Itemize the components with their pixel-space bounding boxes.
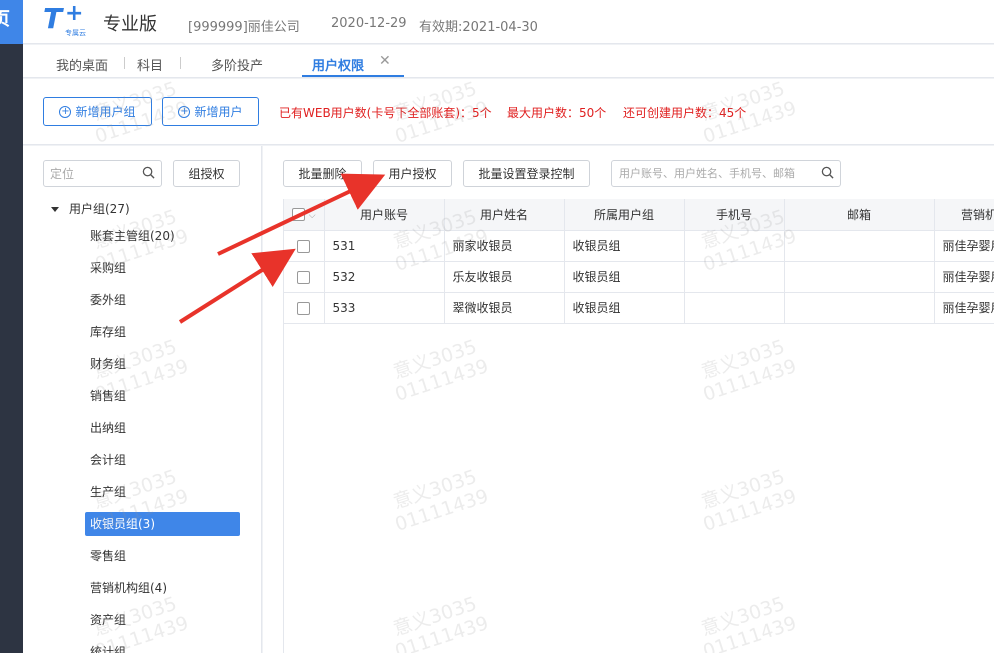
search-icon[interactable]: [821, 166, 834, 179]
tree-item[interactable]: 销售组: [85, 384, 240, 408]
cell-phone: [684, 261, 785, 293]
toolbar: + 新增用户组 + 新增用户 已有WEB用户数(卡号下全部账套)：5个 最大用户…: [23, 79, 994, 145]
tree-root-label: 用户组(27): [69, 202, 130, 216]
add-user-group-label: 新增用户组: [75, 105, 136, 119]
table-row[interactable]: 531 丽家收银员 收银员组 丽佳孕婴用: [284, 230, 994, 262]
app-sidebar-strip: [0, 0, 23, 653]
cell-account: 533: [324, 292, 445, 324]
tree-item[interactable]: 委外组: [85, 288, 240, 312]
cell-name: 丽家收银员: [444, 230, 565, 262]
edition-label: 专业版: [103, 14, 157, 35]
user-list-panel: 批量删除 用户授权 批量设置登录控制 ⌵ 用户账号 用户姓名 所属用户组: [263, 146, 994, 653]
cell-account: 532: [324, 261, 445, 293]
add-user-button[interactable]: + 新增用户: [162, 97, 259, 126]
user-group-panel: 组授权 用户组(27) 账套主管组(20) 采购组 委外组 库存组 财务组 销售…: [23, 146, 262, 653]
column-header[interactable]: 所属用户组: [564, 199, 685, 231]
row-select-cell: [284, 261, 325, 293]
row-select-cell: [284, 230, 325, 262]
brand-logo: T + 专属云: [43, 1, 99, 38]
cell-email: [784, 261, 935, 293]
user-table: ⌵ 用户账号 用户姓名 所属用户组 手机号 邮箱 营销机 531 丽家收银员 收…: [284, 199, 994, 324]
row-checkbox[interactable]: [297, 239, 311, 253]
cell-name: 翠微收银员: [444, 292, 565, 324]
column-header[interactable]: 营销机: [934, 199, 994, 231]
user-search-input[interactable]: [612, 161, 812, 186]
tree-item[interactable]: 财务组: [85, 352, 240, 376]
tree-item[interactable]: 零售组: [85, 544, 240, 568]
app-header: T + 专属云 专业版 [999999]丽佳公司 2020-12-29 有效期:…: [23, 0, 994, 44]
brand-sub: 专属云: [65, 29, 86, 37]
row-select-cell: [284, 292, 325, 324]
cell-account: 531: [324, 230, 445, 262]
tab-bar: 我的桌面 科目 多阶投产 用户权限 ✕: [23, 45, 994, 78]
max-user-count: 最大用户数：50个: [507, 106, 607, 120]
caret-down-icon[interactable]: [51, 207, 59, 212]
tree-item[interactable]: 会计组: [85, 448, 240, 472]
tree-item-selected[interactable]: 收银员组(3): [85, 512, 240, 536]
table-row[interactable]: 532 乐友收银员 收银员组 丽佳孕婴用: [284, 261, 994, 293]
column-header[interactable]: 用户账号: [324, 199, 445, 231]
cell-org: 丽佳孕婴用: [934, 261, 994, 293]
cell-group: 收银员组: [564, 292, 685, 324]
company-name: [999999]丽佳公司: [188, 20, 300, 35]
search-icon[interactable]: [142, 166, 155, 179]
cell-phone: [684, 230, 785, 262]
locate-input[interactable]: [44, 161, 134, 186]
cell-group: 收银员组: [564, 230, 685, 262]
cell-email: [784, 292, 935, 324]
tab-desktop[interactable]: 我的桌面: [56, 55, 108, 74]
tab-user-permissions[interactable]: 用户权限: [312, 55, 364, 74]
add-user-label: 新增用户: [194, 105, 243, 119]
tab-divider: [124, 57, 125, 69]
remaining-user-count: 还可创建用户数：45个: [623, 106, 747, 120]
login-date: 2020-12-29: [331, 16, 407, 31]
tab-multistage[interactable]: 多阶投产: [211, 55, 263, 74]
web-user-count: 已有WEB用户数(卡号下全部账套)：5个: [279, 106, 492, 120]
batch-delete-button[interactable]: 批量删除: [283, 160, 362, 187]
select-all-cell: ⌵: [284, 199, 325, 231]
user-search: [611, 160, 841, 187]
column-header[interactable]: 用户姓名: [444, 199, 565, 231]
row-checkbox[interactable]: [297, 270, 311, 284]
tree-item[interactable]: 采购组: [85, 256, 240, 280]
table-header-row: ⌵ 用户账号 用户姓名 所属用户组 手机号 邮箱 营销机: [284, 199, 994, 231]
chevron-down-icon[interactable]: ⌵: [309, 211, 316, 221]
row-checkbox[interactable]: [297, 301, 311, 315]
tree-root[interactable]: 用户组(27): [51, 200, 130, 217]
brand-t: T: [43, 2, 63, 35]
cell-email: [784, 230, 935, 262]
tree-item[interactable]: 营销机构组(4): [85, 576, 240, 600]
tree-item[interactable]: 统计组: [85, 640, 240, 653]
user-table-wrap: ⌵ 用户账号 用户姓名 所属用户组 手机号 邮箱 营销机 531 丽家收银员 收…: [283, 199, 994, 653]
add-user-group-button[interactable]: + 新增用户组: [43, 97, 152, 126]
tree-item[interactable]: 库存组: [85, 320, 240, 344]
plus-circle-icon: +: [59, 105, 72, 118]
tree-item[interactable]: 账套主管组(20): [85, 224, 240, 248]
tab-subjects[interactable]: 科目: [137, 55, 163, 74]
tab-divider: [180, 57, 181, 69]
tree-item[interactable]: 生产组: [85, 480, 240, 504]
home-logo-char: 页: [0, 9, 10, 30]
plus-circle-icon: +: [178, 105, 191, 118]
table-row[interactable]: 533 翠微收银员 收银员组 丽佳孕婴用: [284, 292, 994, 324]
cell-group: 收银员组: [564, 261, 685, 293]
user-auth-button[interactable]: 用户授权: [373, 160, 452, 187]
column-header[interactable]: 手机号: [684, 199, 785, 231]
validity-date: 有效期:2021-04-30: [419, 20, 538, 35]
group-auth-button[interactable]: 组授权: [173, 160, 240, 187]
locate-search: [43, 160, 162, 187]
cell-org: 丽佳孕婴用: [934, 292, 994, 324]
column-header[interactable]: 邮箱: [784, 199, 935, 231]
active-tab-indicator: [302, 75, 404, 77]
home-logo[interactable]: 页: [0, 0, 23, 44]
tree-item[interactable]: 出纳组: [85, 416, 240, 440]
cell-name: 乐友收银员: [444, 261, 565, 293]
brand-plus: +: [65, 1, 84, 26]
close-icon[interactable]: ✕: [379, 53, 391, 69]
tree-item[interactable]: 资产组: [85, 608, 240, 632]
cell-phone: [684, 292, 785, 324]
cell-org: 丽佳孕婴用: [934, 230, 994, 262]
select-all-checkbox[interactable]: [291, 208, 305, 222]
batch-login-control-button[interactable]: 批量设置登录控制: [463, 160, 590, 187]
